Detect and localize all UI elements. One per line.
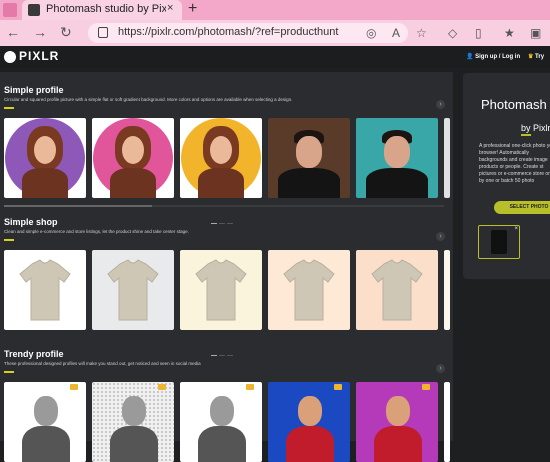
crown-icon: ♛ — [528, 54, 536, 60]
template-card[interactable] — [92, 250, 174, 330]
scrollbar-thumb[interactable] — [4, 205, 152, 207]
favorite-star-icon[interactable]: ☆ — [416, 26, 427, 40]
signup-label: Sign up / Log in — [475, 54, 521, 60]
section-title: Simple shop — [4, 217, 58, 227]
sidebar-description: A professional one-click photo your brow… — [479, 143, 550, 184]
template-card[interactable] — [356, 382, 438, 462]
pixlr-logo[interactable]: PIXLR — [4, 49, 59, 63]
template-card[interactable] — [444, 250, 450, 330]
sidebar-title: Photomash — [481, 97, 547, 112]
template-card[interactable] — [92, 118, 174, 198]
section-description: These professional designed profiles wil… — [4, 361, 201, 366]
tracking-icon[interactable]: ◎ — [366, 26, 376, 40]
section-accent-bar — [4, 107, 14, 109]
select-photo-button[interactable]: SELECT PHOTO — [494, 201, 550, 214]
template-card[interactable] — [92, 382, 174, 462]
favorites-icon[interactable]: ★ — [504, 26, 515, 40]
new-tab-button[interactable]: + — [188, 0, 197, 18]
carousel-dots[interactable] — [211, 343, 235, 356]
horizontal-scrollbar[interactable] — [4, 205, 444, 207]
browser-tab[interactable]: Photomash studio by Pixlr : rem × — [22, 0, 182, 20]
remove-thumbnail-button[interactable]: × — [514, 226, 518, 232]
collections-icon[interactable]: ▣ — [530, 26, 541, 40]
url-text: https://pixlr.com/photomash/?ref=product… — [118, 26, 339, 38]
tab-actions-icon[interactable] — [3, 3, 17, 17]
template-card[interactable] — [444, 382, 450, 462]
template-card[interactable] — [4, 250, 86, 330]
section-accent-bar — [4, 239, 14, 241]
back-button[interactable]: ← — [6, 24, 20, 40]
pixlr-logo-icon — [4, 50, 16, 63]
try-link[interactable]: ♛ Try — [528, 53, 544, 60]
reload-button[interactable]: ↻ — [60, 24, 72, 41]
template-card[interactable] — [268, 250, 350, 330]
forward-button[interactable]: → — [33, 24, 47, 40]
signup-login-link[interactable]: 👤 Sign up / Log in — [466, 53, 520, 60]
address-bar[interactable]: https://pixlr.com/photomash/?ref=product… — [88, 23, 408, 43]
next-arrow-button[interactable]: › — [436, 364, 445, 373]
pixlr-favicon-icon — [28, 4, 40, 16]
sidebar-accent-bar — [521, 134, 531, 136]
section-title: Simple profile — [4, 85, 64, 95]
section-accent-bar — [4, 371, 14, 373]
template-card[interactable] — [180, 250, 262, 330]
next-arrow-button[interactable]: › — [436, 232, 445, 241]
tab-title: Photomash studio by Pixlr : rem — [46, 3, 166, 15]
selected-photo-thumbnail[interactable]: × — [478, 225, 520, 259]
template-card[interactable] — [4, 118, 86, 198]
section-description: Clean and simple e-commerce and store li… — [4, 229, 189, 234]
tab-close-button[interactable]: × — [167, 2, 173, 14]
pixlr-logo-text: PIXLR — [19, 49, 60, 63]
section-description: Circular and squared profile picture wit… — [4, 97, 293, 102]
template-card[interactable] — [356, 118, 438, 198]
read-aloud-icon[interactable]: A — [392, 26, 400, 40]
template-card[interactable] — [356, 250, 438, 330]
carousel-dots[interactable] — [211, 211, 235, 224]
template-card[interactable] — [180, 382, 262, 462]
split-screen-icon[interactable]: ▯ — [475, 26, 482, 40]
template-card[interactable] — [444, 118, 450, 198]
template-card[interactable] — [4, 382, 86, 462]
template-card[interactable] — [180, 118, 262, 198]
extensions-icon[interactable]: ◇ — [448, 26, 457, 40]
section-title: Trendy profile — [4, 349, 64, 359]
try-label: Try — [535, 54, 545, 60]
thumbnail-image — [491, 230, 507, 254]
template-card[interactable] — [268, 118, 350, 198]
template-card[interactable] — [268, 382, 350, 462]
sidebar-byline: by Pixlr — [521, 123, 550, 133]
lock-icon — [98, 27, 108, 38]
user-icon: 👤 — [466, 54, 476, 60]
next-arrow-button[interactable]: › — [436, 100, 445, 109]
